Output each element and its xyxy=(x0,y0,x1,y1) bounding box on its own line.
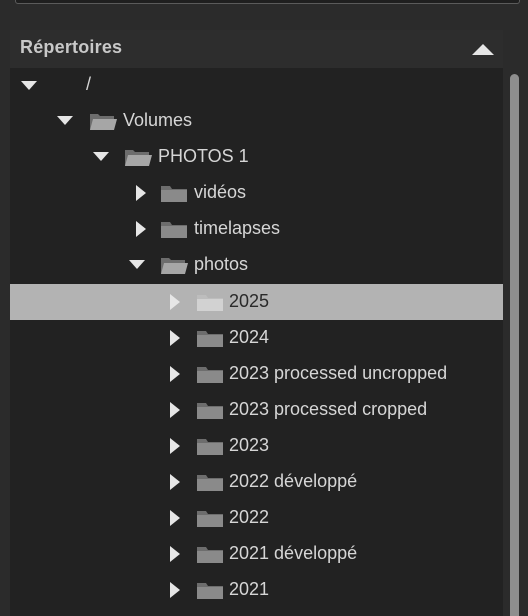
scrollbar-thumb[interactable] xyxy=(510,74,519,616)
triangle-down-icon[interactable] xyxy=(56,112,74,130)
tree-row[interactable]: 2023 processed uncropped xyxy=(10,356,503,392)
triangle-down-icon[interactable] xyxy=(92,148,110,166)
triangle-right-icon[interactable] xyxy=(132,184,150,202)
triangle-right-icon[interactable] xyxy=(166,401,184,419)
open-folder-icon xyxy=(161,258,188,274)
filter-field[interactable] xyxy=(15,0,520,4)
tree-row[interactable]: 2021 développé xyxy=(10,536,503,572)
panel-header: Répertoires xyxy=(10,30,503,68)
tree-row[interactable]: 2025 xyxy=(10,284,503,320)
panel-title: Répertoires xyxy=(20,37,123,57)
tree-row-label: 2023 xyxy=(229,435,270,455)
tree-row-label: Volumes xyxy=(123,110,193,130)
tree-row[interactable]: 2022 développé xyxy=(10,464,503,500)
tree-row-label: 2022 xyxy=(229,507,270,527)
tree-row-label: 2025 xyxy=(229,291,270,311)
tree-row-label: photos xyxy=(194,254,249,274)
triangle-right-icon[interactable] xyxy=(166,329,184,347)
tree-row[interactable]: 2024 xyxy=(10,320,503,356)
folder-icon xyxy=(197,331,223,347)
directories-panel: Répertoires / Volumes PHOTOS 1 vidéos timela… xyxy=(0,0,528,616)
triangle-right-icon[interactable] xyxy=(166,293,184,311)
tree-row[interactable]: 2023 xyxy=(10,428,503,464)
triangle-right-icon[interactable] xyxy=(166,509,184,527)
open-folder-icon xyxy=(125,150,152,166)
tree-row-label: 2023 processed cropped xyxy=(229,399,428,419)
tree-row-label: 2021 xyxy=(229,579,270,599)
triangle-right-icon[interactable] xyxy=(132,220,150,238)
tree-row[interactable]: 2021 xyxy=(10,572,503,608)
tree-row[interactable]: / xyxy=(10,68,503,104)
triangle-down-icon[interactable] xyxy=(20,77,38,95)
folder-icon xyxy=(197,547,223,563)
tree-row[interactable]: vidéos xyxy=(10,175,503,211)
tree-row[interactable]: timelapses xyxy=(10,211,503,247)
tree-row-label: 2024 xyxy=(229,327,270,347)
tree-row-label: PHOTOS 1 xyxy=(158,146,249,166)
tree-row-label: 2021 développé xyxy=(229,543,358,563)
tree-row-label: timelapses xyxy=(194,218,281,238)
folder-icon xyxy=(197,475,223,491)
folder-icon xyxy=(161,186,187,202)
collapse-panel-button[interactable] xyxy=(471,42,495,56)
tree-row-label: / xyxy=(86,74,92,94)
triangle-right-icon[interactable] xyxy=(166,437,184,455)
open-folder-icon xyxy=(90,114,117,130)
tree-row[interactable]: Volumes xyxy=(10,103,503,139)
tree-row[interactable]: 2023 processed cropped xyxy=(10,392,503,428)
folder-icon xyxy=(197,403,223,419)
folder-icon xyxy=(197,367,223,383)
triangle-right-icon[interactable] xyxy=(166,365,184,383)
triangle-right-icon[interactable] xyxy=(166,545,184,563)
chevron-up-icon xyxy=(472,44,494,55)
tree-row-label: 2023 processed uncropped xyxy=(229,363,448,383)
folder-icon xyxy=(197,439,223,455)
folder-icon xyxy=(197,511,223,527)
folder-icon xyxy=(197,295,223,311)
folder-icon xyxy=(197,583,223,599)
triangle-down-icon[interactable] xyxy=(128,256,146,274)
tree-row[interactable]: PHOTOS 1 xyxy=(10,139,503,175)
triangle-right-icon[interactable] xyxy=(166,581,184,599)
vertical-scrollbar[interactable] xyxy=(503,30,528,616)
folder-icon xyxy=(161,222,187,238)
tree-row-label: vidéos xyxy=(194,182,247,202)
tree-row[interactable]: photos xyxy=(10,247,503,283)
tree-row-label: 2022 développé xyxy=(229,471,358,491)
triangle-right-icon[interactable] xyxy=(166,473,184,491)
folder-tree: / Volumes PHOTOS 1 vidéos timelapses photos 20… xyxy=(10,68,503,616)
tree-row[interactable]: 2022 xyxy=(10,500,503,536)
